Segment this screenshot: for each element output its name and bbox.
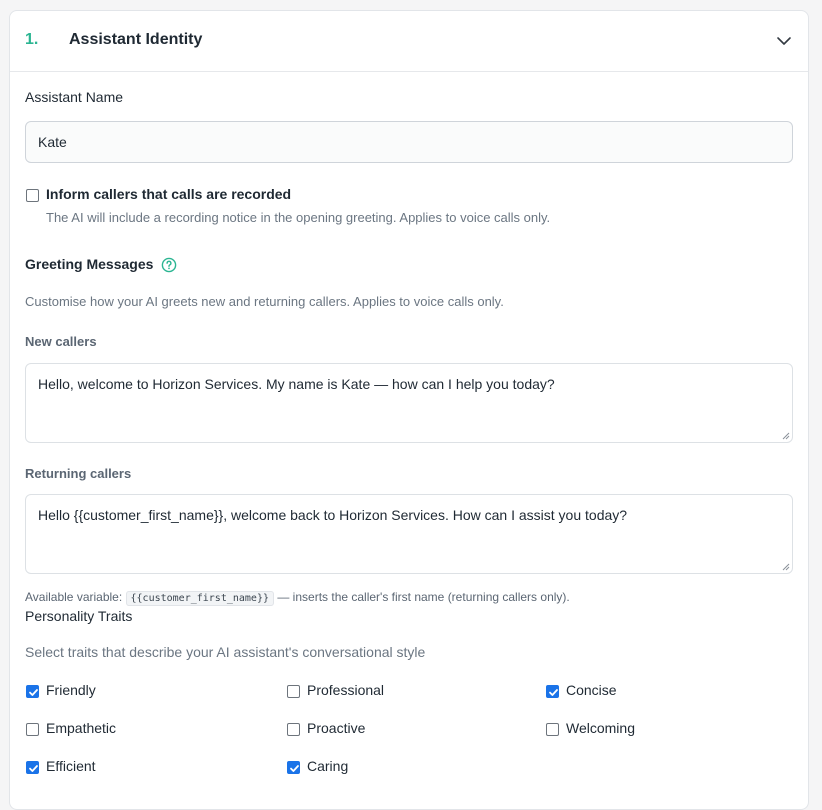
section-number: 1. [25,31,39,48]
recording-help-text: The AI will include a recording notice i… [46,210,551,225]
new-callers-text: Hello, welcome to Horizon Services. My n… [38,376,555,392]
personality-traits-title: Personality Traits [25,608,133,624]
resize-grip-icon[interactable] [782,563,790,571]
trait-checkbox-empathetic[interactable] [26,723,39,736]
returning-callers-textarea[interactable]: Hello {{customer_first_name}}, welcome b… [25,494,793,574]
trait-checkbox-proactive[interactable] [287,723,300,736]
trait-label-professional: Professional [307,682,385,698]
variable-suffix: — inserts the caller's first name (retur… [277,590,570,604]
trait-label-concise: Concise [566,682,617,698]
trait-label-friendly: Friendly [46,682,96,698]
assistant-name-label: Assistant Name [25,89,124,105]
trait-label-efficient: Efficient [46,758,96,774]
trait-label-empathetic: Empathetic [46,720,117,736]
returning-callers-label: Returning callers [25,466,132,481]
section-header[interactable]: 1. Assistant Identity [10,11,808,72]
greeting-messages-title: Greeting Messages [25,256,154,272]
trait-checkbox-professional[interactable] [287,685,300,698]
greeting-help-text: Customise how your AI greets new and ret… [25,294,504,309]
trait-checkbox-welcoming[interactable] [546,723,559,736]
recording-label: Inform callers that calls are recorded [46,186,292,202]
trait-label-proactive: Proactive [307,720,366,736]
new-callers-label: New callers [25,334,97,349]
trait-label-caring: Caring [307,758,349,774]
chevron-down-icon[interactable] [776,33,792,49]
recording-checkbox[interactable] [26,189,39,202]
help-circle-icon[interactable] [161,257,177,273]
resize-grip-icon[interactable] [782,432,790,440]
new-callers-textarea[interactable]: Hello, welcome to Horizon Services. My n… [25,363,793,443]
assistant-name-input[interactable]: Kate [25,121,793,163]
assistant-identity-card: 1. Assistant Identity Assistant Name Kat… [9,10,809,810]
personality-help-text: Select traits that describe your AI assi… [25,644,426,660]
trait-label-welcoming: Welcoming [566,720,635,736]
variable-prefix: Available variable: [25,590,123,604]
returning-callers-text: Hello {{customer_first_name}}, welcome b… [38,507,628,523]
trait-checkbox-caring[interactable] [287,761,300,774]
trait-checkbox-efficient[interactable] [26,761,39,774]
trait-checkbox-concise[interactable] [546,685,559,698]
trait-checkbox-friendly[interactable] [26,685,39,698]
section-title: Assistant Identity [69,31,203,48]
available-variable-note: Available variable: {{customer_first_nam… [25,590,570,606]
variable-code: {{customer_first_name}} [125,591,274,606]
